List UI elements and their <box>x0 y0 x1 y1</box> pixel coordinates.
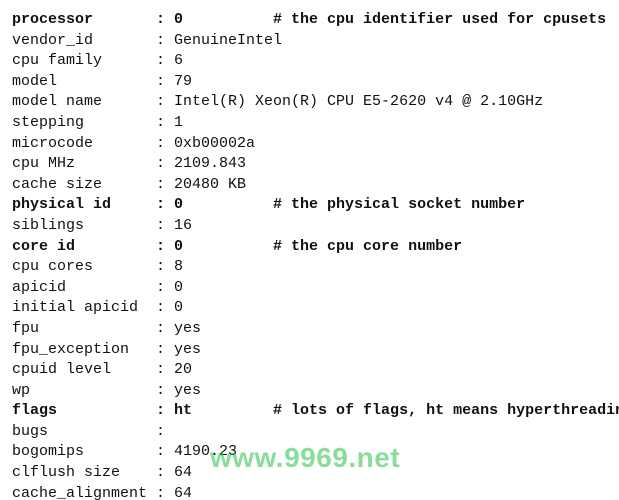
cpuinfo-row: vendor_id : GenuineIntel <box>12 31 607 52</box>
cpuinfo-row: model : 79 <box>12 72 607 93</box>
cpuinfo-row: physical id : 0 # the physical socket nu… <box>12 195 607 216</box>
cpuinfo-row: microcode : 0xb00002a <box>12 134 607 155</box>
cpuinfo-row: core id : 0 # the cpu core number <box>12 237 607 258</box>
cpuinfo-rows: processor : 0 # the cpu identifier used … <box>12 10 607 500</box>
cpuinfo-row: stepping : 1 <box>12 113 607 134</box>
cpuinfo-row: flags : ht # lots of flags, ht means hyp… <box>12 401 607 422</box>
cpuinfo-row: cpuid level : 20 <box>12 360 607 381</box>
cpuinfo-row: siblings : 16 <box>12 216 607 237</box>
cpuinfo-row: cpu MHz : 2109.843 <box>12 154 607 175</box>
cpuinfo-row: apicid : 0 <box>12 278 607 299</box>
cpuinfo-row: bugs : <box>12 422 607 443</box>
cpuinfo-row: fpu : yes <box>12 319 607 340</box>
cpuinfo-row: initial apicid : 0 <box>12 298 607 319</box>
cpuinfo-row: cache_alignment : 64 <box>12 484 607 500</box>
cpuinfo-listing: processor : 0 # the cpu identifier used … <box>0 0 619 500</box>
cpuinfo-row: wp : yes <box>12 381 607 402</box>
cpuinfo-row: fpu_exception : yes <box>12 340 607 361</box>
cpuinfo-row: bogomips : 4190.23 <box>12 442 607 463</box>
cpuinfo-row: processor : 0 # the cpu identifier used … <box>12 10 607 31</box>
cpuinfo-row: model name : Intel(R) Xeon(R) CPU E5-262… <box>12 92 607 113</box>
cpuinfo-row: clflush size : 64 <box>12 463 607 484</box>
cpuinfo-row: cpu cores : 8 <box>12 257 607 278</box>
cpuinfo-row: cpu family : 6 <box>12 51 607 72</box>
cpuinfo-row: cache size : 20480 KB <box>12 175 607 196</box>
